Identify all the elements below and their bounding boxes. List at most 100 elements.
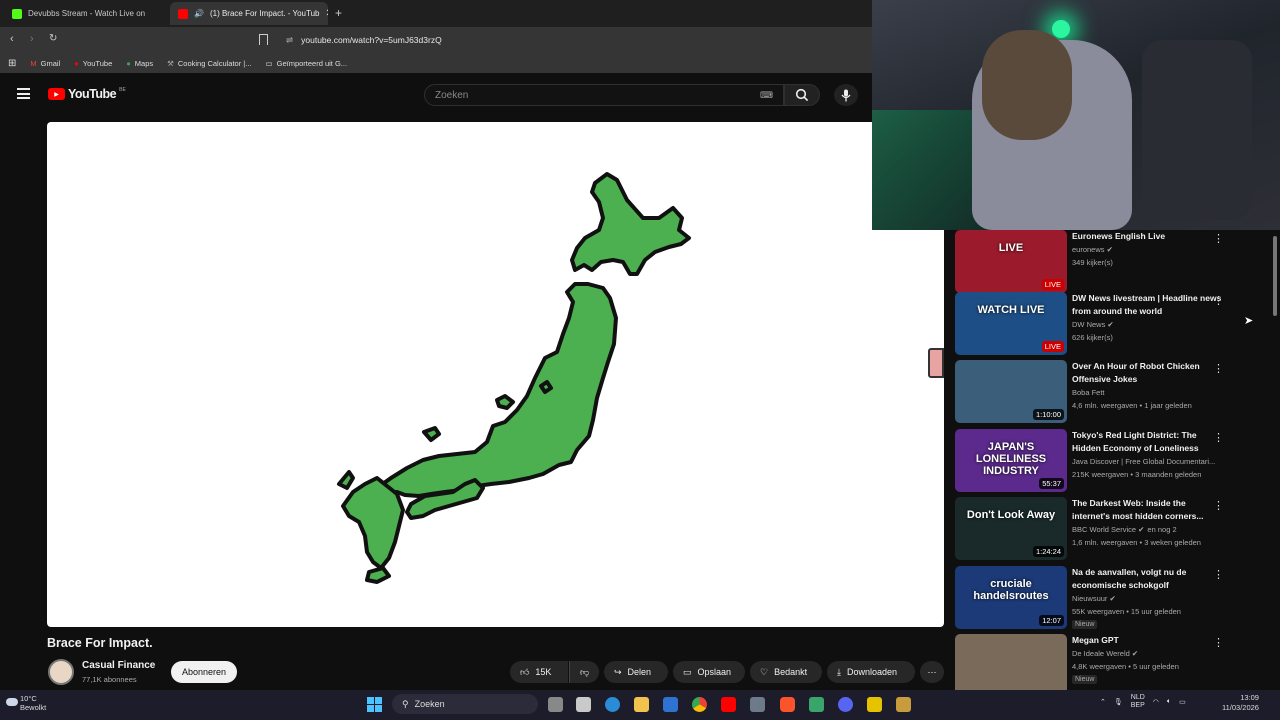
more-options-icon[interactable]: ⋮ bbox=[1213, 568, 1224, 581]
close-tab-icon[interactable]: ✕ bbox=[326, 8, 329, 19]
discord-icon[interactable] bbox=[838, 697, 853, 712]
channel-avatar[interactable] bbox=[48, 659, 74, 685]
bookmark-imported-folder[interactable]: ▭ Geïmporteerd uit G... bbox=[266, 59, 348, 68]
brave-icon[interactable] bbox=[780, 697, 795, 712]
app-icon-2[interactable] bbox=[896, 697, 911, 712]
video-thumbnail[interactable]: cruciale handelsroutes 12:07 bbox=[955, 566, 1067, 629]
thumbnail-text: Don't Look Away bbox=[966, 509, 1056, 521]
taskbar-clock[interactable]: 13:09 11/03/2026 bbox=[1222, 693, 1259, 713]
video-thumbnail[interactable]: 1:10:00 bbox=[955, 360, 1067, 423]
calculator-app-icon[interactable] bbox=[750, 697, 765, 712]
back-arrow-icon[interactable]: ‹ bbox=[10, 33, 14, 45]
edge-icon[interactable] bbox=[605, 697, 620, 712]
more-options-icon[interactable]: ⋮ bbox=[1213, 362, 1224, 375]
bookmark-gmail[interactable]: M Gmail bbox=[30, 59, 60, 68]
more-options-icon[interactable]: ⋮ bbox=[1213, 232, 1224, 245]
download-button[interactable]: ⤓ Downloaden bbox=[827, 661, 915, 683]
recommendation-title[interactable]: Megan GPT bbox=[1072, 634, 1222, 647]
bookmark-cooking-calculator[interactable]: ⚒ Cooking Calculator |... bbox=[167, 59, 251, 68]
like-button[interactable]: 👍︎ 15K bbox=[510, 661, 568, 683]
tab-kick-stream[interactable]: Devubbs Stream - Watch Live on bbox=[4, 2, 168, 25]
volume-icon[interactable]: 🔈︎ bbox=[1167, 698, 1171, 706]
more-horizontal-icon: ⋯ bbox=[927, 666, 937, 677]
recommendation-title[interactable]: Tokyo's Red Light District: The Hidden E… bbox=[1072, 429, 1222, 455]
recommendation-channel[interactable]: Java Discover | Free Global Documentari.… bbox=[1072, 457, 1232, 466]
site-info-icon[interactable]: ⇌ bbox=[286, 35, 293, 46]
recommendation-item[interactable]: Don't Look Away 1:24:24 The Darkest Web: I… bbox=[955, 497, 1275, 563]
sidebar-scrollbar[interactable] bbox=[1270, 230, 1280, 690]
outlook-icon[interactable] bbox=[663, 697, 678, 712]
recommendation-item[interactable]: Megan GPT De Ideale Wereld ✔ 4,8K weergave… bbox=[955, 634, 1275, 690]
recommendation-title[interactable]: Over An Hour of Robot Chicken Offensive … bbox=[1072, 360, 1222, 386]
forward-arrow-icon[interactable]: › bbox=[30, 33, 34, 45]
file-explorer-icon[interactable] bbox=[634, 697, 649, 712]
keyboard-icon[interactable]: ⌨ bbox=[760, 90, 773, 101]
video-thumbnail[interactable] bbox=[955, 634, 1067, 690]
bookmark-icon[interactable] bbox=[259, 34, 268, 45]
wifi-icon[interactable]: ◠ bbox=[1153, 698, 1159, 706]
youtube-logo[interactable]: ▶ YouTube BE bbox=[48, 87, 126, 101]
more-options-icon[interactable]: ⋮ bbox=[1213, 294, 1224, 307]
thanks-button[interactable]: ♡ Bedankt bbox=[750, 661, 822, 683]
save-button[interactable]: ▭ Opslaan bbox=[673, 661, 745, 683]
bookmark-maps[interactable]: ● Maps bbox=[126, 59, 153, 68]
video-thumbnail[interactable]: WATCH LIVE LIVE bbox=[955, 292, 1067, 355]
app-icon[interactable] bbox=[867, 697, 882, 712]
recommendation-title[interactable]: The Darkest Web: Inside the internet's m… bbox=[1072, 497, 1222, 523]
language-indicator[interactable]: NLD BEP bbox=[1131, 694, 1145, 710]
recommendation-channel[interactable]: euronews ✔ bbox=[1072, 245, 1232, 254]
microphone-tray-icon[interactable]: 🎙︎ bbox=[1114, 698, 1123, 706]
search-button[interactable] bbox=[784, 84, 820, 106]
tab-youtube-video[interactable]: 🔊 (1) Brace For Impact. - YouTub ✕ bbox=[170, 2, 328, 25]
more-actions-button[interactable]: ⋯ bbox=[920, 661, 944, 683]
search-icon: ⚲ bbox=[402, 698, 409, 709]
recommendation-item[interactable]: JAPAN'S LONELINESS INDUSTRY 55:37 Tokyo's … bbox=[955, 429, 1275, 495]
address-bar[interactable]: ⇌ youtube.com/watch?v=5umJ63d3rzQ bbox=[278, 31, 838, 49]
duration-badge: 1:24:24 bbox=[1032, 546, 1064, 557]
battery-icon[interactable]: ▭ bbox=[1179, 698, 1186, 706]
new-badge: Nieuw bbox=[1072, 675, 1098, 684]
recommendation-item[interactable]: LIVE LIVE Euronews English Live euronews ✔ 3… bbox=[955, 230, 1275, 296]
taskbar-search[interactable]: ⚲ Zoeken bbox=[392, 694, 538, 714]
recommendation-title[interactable]: DW News livestream | Headline news from … bbox=[1072, 292, 1222, 318]
video-player[interactable] bbox=[47, 122, 944, 627]
recommendation-item[interactable]: WATCH LIVE LIVE DW News livestream | Headl… bbox=[955, 292, 1275, 358]
recommendation-channel[interactable]: Boba Fett bbox=[1072, 388, 1232, 397]
recommendation-title[interactable]: Euronews English Live bbox=[1072, 230, 1222, 243]
recommendation-title[interactable]: Na de aanvallen, volgt nu de economische… bbox=[1072, 566, 1222, 592]
chevron-up-icon[interactable]: ⌃ bbox=[1100, 698, 1106, 706]
task-view-icon[interactable] bbox=[548, 697, 563, 712]
share-button[interactable]: ↪ Delen bbox=[604, 661, 668, 683]
dislike-button[interactable]: 👎︎ bbox=[569, 661, 599, 683]
store-icon[interactable] bbox=[576, 697, 591, 712]
voice-search-button[interactable] bbox=[834, 84, 858, 106]
windows-start-icon[interactable] bbox=[367, 697, 382, 712]
weather-widget[interactable]: 10°C Bewolkt bbox=[20, 694, 46, 712]
bookmark-youtube[interactable]: ● YouTube bbox=[74, 59, 112, 68]
recommendation-channel[interactable]: De Ideale Wereld ✔ bbox=[1072, 649, 1232, 658]
game-app-icon[interactable] bbox=[809, 697, 824, 712]
video-thumbnail[interactable]: JAPAN'S LONELINESS INDUSTRY 55:37 bbox=[955, 429, 1067, 492]
recommendation-item[interactable]: 1:10:00 Over An Hour of Robot Chicken Off… bbox=[955, 360, 1275, 426]
menu-icon[interactable] bbox=[17, 88, 30, 99]
youtube-app-icon[interactable] bbox=[721, 697, 736, 712]
chrome-icon[interactable] bbox=[692, 697, 707, 712]
recommendation-channel[interactable]: Nieuwsuur ✔ bbox=[1072, 594, 1232, 603]
gmail-icon: M bbox=[30, 58, 37, 68]
more-options-icon[interactable]: ⋮ bbox=[1213, 636, 1224, 649]
more-options-icon[interactable]: ⋮ bbox=[1213, 499, 1224, 512]
recommendation-item[interactable]: cruciale handelsroutes 12:07 Na de aanvall… bbox=[955, 566, 1275, 632]
recommendation-channel[interactable]: DW News ✔ bbox=[1072, 320, 1232, 329]
calculator-icon: ⚒ bbox=[167, 58, 174, 68]
video-thumbnail[interactable]: Don't Look Away 1:24:24 bbox=[955, 497, 1067, 560]
reload-icon[interactable]: ↻ bbox=[49, 33, 57, 44]
more-options-icon[interactable]: ⋮ bbox=[1213, 431, 1224, 444]
verified-icon: ✔ bbox=[1104, 245, 1113, 254]
channel-name[interactable]: Casual Finance bbox=[82, 660, 155, 671]
recommendation-channel[interactable]: BBC World Service ✔ en nog 2 bbox=[1072, 525, 1232, 534]
new-tab-button[interactable]: + bbox=[335, 6, 342, 20]
search-input[interactable]: Zoeken ⌨ bbox=[424, 84, 784, 106]
video-thumbnail[interactable]: LIVE LIVE bbox=[955, 230, 1067, 293]
subscribe-button[interactable]: Abonneren bbox=[171, 661, 237, 683]
apps-grid-icon[interactable]: ⊞ bbox=[8, 58, 16, 69]
